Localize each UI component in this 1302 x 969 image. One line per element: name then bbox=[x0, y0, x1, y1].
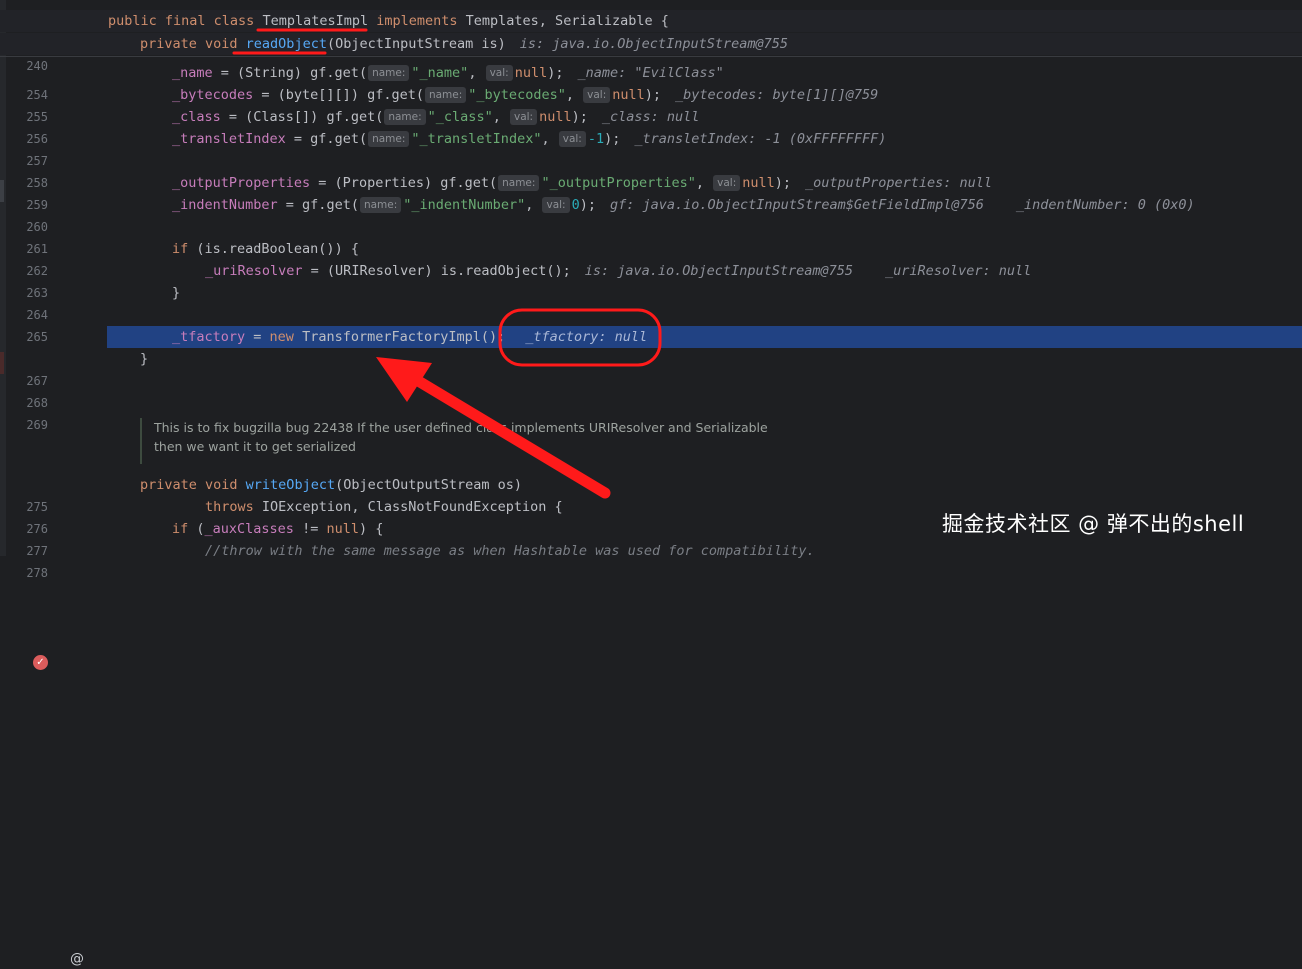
arrow-shaft bbox=[399, 367, 611, 499]
code-editor[interactable]: 56 public final class TemplatesImpl impl… bbox=[0, 0, 1302, 967]
breakpoint-icon[interactable]: ✓ bbox=[33, 655, 48, 670]
annotation-overlay bbox=[232, 28, 662, 499]
highlight-circle bbox=[498, 308, 662, 367]
override-annotation-icon[interactable]: @ bbox=[69, 949, 85, 969]
line-number: 278 bbox=[26, 566, 48, 580]
watermark: 掘金技术社区 @ 弹不出的shell bbox=[942, 512, 1245, 536]
